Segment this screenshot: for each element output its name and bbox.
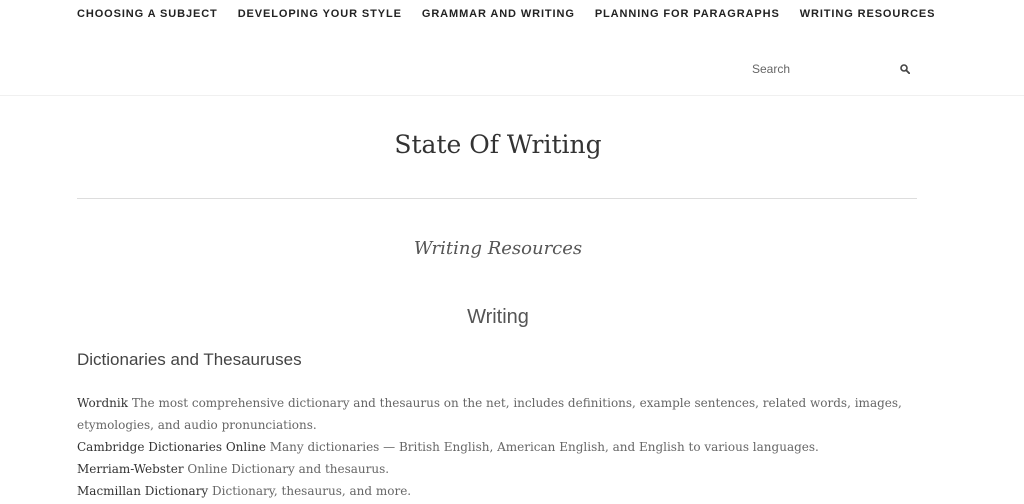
list-item: Merriam-Webster Online Dictionary and th…: [77, 458, 917, 480]
nav-item-planning-for-paragraphs[interactable]: PLANNING FOR PARAGRAPHS: [595, 7, 780, 21]
list-item: Cambridge Dictionaries Online Many dicti…: [77, 436, 917, 458]
title-divider: [77, 198, 917, 199]
main-nav: CHOOSING A SUBJECT DEVELOPING YOUR STYLE…: [77, 7, 955, 21]
resource-description: Many dictionaries — British English, Ame…: [265, 440, 819, 454]
resource-link-macmillan[interactable]: Macmillan Dictionary: [77, 484, 208, 498]
resource-list: Wordnik The most comprehensive dictionar…: [77, 392, 917, 502]
header-divider: [0, 95, 1024, 96]
nav-item-choosing-a-subject[interactable]: CHOOSING A SUBJECT: [77, 7, 218, 21]
resource-link-cambridge[interactable]: Cambridge Dictionaries Online: [77, 440, 266, 454]
page-title: Writing Resources: [413, 238, 583, 259]
search-input[interactable]: [752, 62, 882, 76]
site-title[interactable]: State Of Writing: [0, 128, 996, 162]
resource-description: Online Dictionary and thesaurus.: [183, 462, 390, 476]
resource-description: Dictionary, thesaurus, and more.: [208, 484, 412, 498]
list-item: Wordnik The most comprehensive dictionar…: [77, 392, 917, 436]
search-form: [752, 58, 918, 80]
resource-link-merriam-webster[interactable]: Merriam-Webster: [77, 462, 184, 476]
resource-link-wordnik[interactable]: Wordnik: [77, 396, 128, 410]
nav-item-developing-your-style[interactable]: DEVELOPING YOUR STYLE: [238, 7, 402, 21]
search-icon[interactable]: [900, 63, 912, 75]
sub-heading: Dictionaries and Thesauruses: [77, 350, 302, 369]
nav-item-writing-resources[interactable]: WRITING RESOURCES: [800, 7, 936, 21]
list-item: Macmillan Dictionary Dictionary, thesaur…: [77, 480, 917, 502]
resource-description: The most comprehensive dictionary and th…: [77, 396, 902, 432]
nav-item-grammar-and-writing[interactable]: GRAMMAR AND WRITING: [422, 7, 575, 21]
section-heading: Writing: [467, 306, 529, 328]
